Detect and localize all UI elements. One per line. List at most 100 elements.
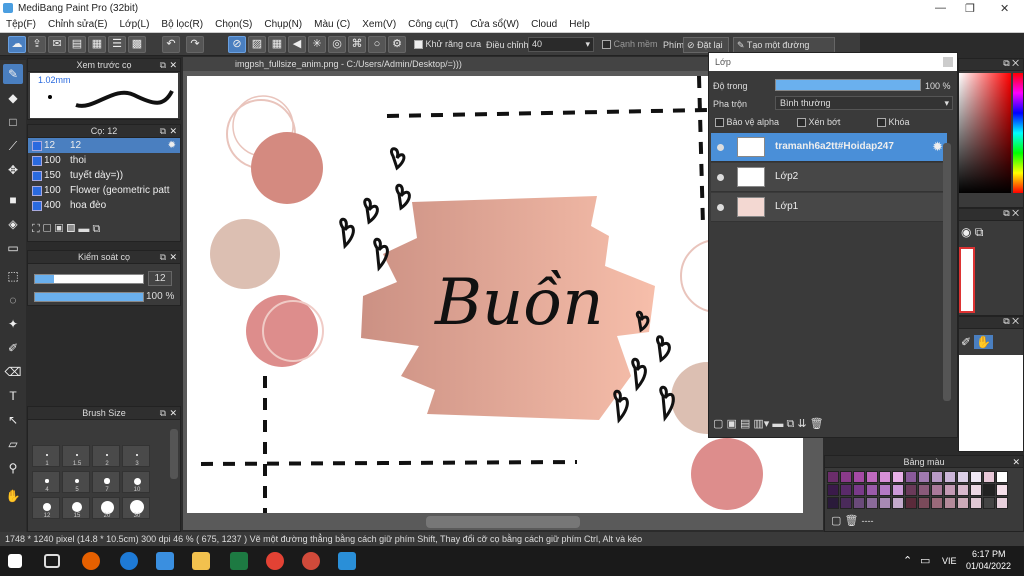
color-swatch[interactable] [944,471,956,483]
store-icon[interactable] [156,552,174,570]
color-swatch[interactable] [918,471,930,483]
copy-brush-icon[interactable]: ▤ [67,223,76,235]
menu-cloud[interactable]: Cloud [525,19,563,30]
layer-row[interactable]: tramanh6a2tt#Hoidap247 ✹ [711,133,947,162]
color-swatch[interactable] [970,484,982,496]
task-view-icon[interactable] [44,554,60,568]
duplicate-layer-icon[interactable]: ⧉ [786,418,794,430]
operation-tool-icon[interactable]: ↖ [3,410,23,430]
brush-size-cell[interactable]: 4 [32,471,60,493]
color-swatch[interactable] [892,471,904,483]
start-icon[interactable] [8,554,22,568]
layer-opacity-slider[interactable] [775,79,921,91]
duplicate-icon[interactable]: ⧉ [92,223,100,235]
list-icon[interactable]: ☰ [108,36,126,53]
brush-size-cell[interactable]: 5 [62,471,90,493]
select-eraser-icon[interactable]: ⌫ [3,362,23,382]
brush-item[interactable]: 100 thoi [28,153,180,168]
panel-icon[interactable]: ▤ [68,36,86,53]
adjust-select[interactable]: 40 ▾ [528,37,594,52]
cloud-icon[interactable]: ☁ [8,36,26,53]
line-tool-icon[interactable]: ⟋ [3,136,23,156]
language-indicator[interactable]: VIE [942,556,957,566]
comment-icon[interactable]: ✉ [48,36,66,53]
trash-icon[interactable]: 🗑 [844,515,858,527]
color-swatch[interactable] [996,471,1008,483]
layer-row[interactable]: Lớp2 [711,163,947,192]
color-swatch[interactable] [879,484,891,496]
upload-icon[interactable]: ⇪ [28,36,46,53]
brush-size-cell[interactable]: 15 [62,497,90,519]
new-layer-1bit-icon[interactable]: ▤ [740,418,750,430]
popout-icon[interactable]: ⧉ ✕ [1003,316,1019,327]
brush-size-cell[interactable]: 1.5 [62,445,90,467]
color-swatch[interactable] [918,484,930,496]
color-swatch[interactable] [970,471,982,483]
menu-window[interactable]: Cửa sổ(W) [464,19,525,30]
snap-off-icon[interactable]: ⊘ [228,36,246,53]
magic-wand-icon[interactable]: ✦ [3,314,23,334]
bucket-icon[interactable]: ⛶ [32,223,40,235]
color-swatch[interactable] [931,497,943,509]
fill-rect-tool-icon[interactable]: ■ [3,190,23,210]
folder-icon[interactable]: ▬ [772,418,783,430]
document-icon[interactable]: ▦ [88,36,106,53]
color-swatch[interactable] [905,484,917,496]
brush-size-cell[interactable]: 7 [92,471,120,493]
close-icon[interactable]: ✕ [169,59,177,72]
chevron-up-icon[interactable]: ⌃ [903,554,912,567]
clipping-toggle[interactable]: Xén bớt [797,117,840,128]
ring-snap-icon[interactable]: ○ [368,36,386,53]
straight-line-button[interactable]: ✎ Tạo một đường thẳng [733,37,835,64]
chrome-app-icon[interactable] [302,552,320,570]
horizontal-scrollbar[interactable] [426,516,580,528]
move-tool-icon[interactable]: ✥ [3,160,23,180]
blend-select[interactable]: Bình thường ▾ [775,96,953,110]
size-value[interactable]: 12 [148,271,172,286]
close-icon[interactable]: ✕ [169,125,177,138]
color-swatch[interactable] [931,484,943,496]
radial-snap-icon[interactable]: ✳ [308,36,326,53]
color-swatch[interactable] [931,471,943,483]
add-color-icon[interactable]: ▢ [831,515,841,527]
brush-size-cell[interactable]: 10 [122,471,150,493]
medibang-icon[interactable] [338,552,356,570]
divide-tool-icon[interactable]: ▱ [3,434,23,454]
menu-snap[interactable]: Chụp(N) [258,19,308,30]
close-icon[interactable]: ✕ [1012,456,1020,468]
color-swatch[interactable] [905,497,917,509]
color-swatch[interactable] [957,497,969,509]
add-layer-menu-icon[interactable]: ▥▾ [753,418,769,430]
menu-filter[interactable]: Bộ lọc(R) [155,19,209,30]
brush-item[interactable]: 150 tuyết dày=)) [28,168,180,183]
hue-slider[interactable] [1013,73,1023,193]
clock-time[interactable]: 6:17 PM [972,549,1006,559]
color-swatch[interactable] [970,497,982,509]
edge-icon[interactable] [120,552,138,570]
color-swatch[interactable] [918,497,930,509]
color-swatch[interactable] [892,484,904,496]
color-swatch[interactable] [827,484,839,496]
close-button[interactable]: ✕ [1000,2,1009,15]
color-swatch[interactable] [983,471,995,483]
color-swatch[interactable] [983,497,995,509]
popout-icon[interactable]: ⧉ [160,125,166,138]
brush-size-cell[interactable]: 1 [32,445,60,467]
color-field[interactable] [959,73,1011,193]
brush-size-cell[interactable]: 30 [122,497,150,519]
grid-icon[interactable]: ▩ [128,36,146,53]
close-icon[interactable]: ✕ [169,407,177,420]
chrome-icon[interactable] [266,552,284,570]
curve-snap-icon[interactable]: ⌘ [348,36,366,53]
reset-button[interactable]: ⊘ Đặt lại [683,37,729,53]
menu-help[interactable]: Help [563,19,596,30]
opacity-slider[interactable] [34,292,144,302]
color-swatch[interactable] [879,471,891,483]
network-icon[interactable]: ▭ [920,554,930,567]
parallel-snap-icon[interactable]: ▨ [248,36,266,53]
circle-snap-icon[interactable]: ◎ [328,36,346,53]
brush-size-cell[interactable]: 20 [92,497,120,519]
alpha-protect-toggle[interactable]: Bảo vệ alpha [715,117,779,128]
brush-tool-icon[interactable]: ✎ [3,64,23,84]
pen-icon[interactable]: ✐ [961,335,971,349]
